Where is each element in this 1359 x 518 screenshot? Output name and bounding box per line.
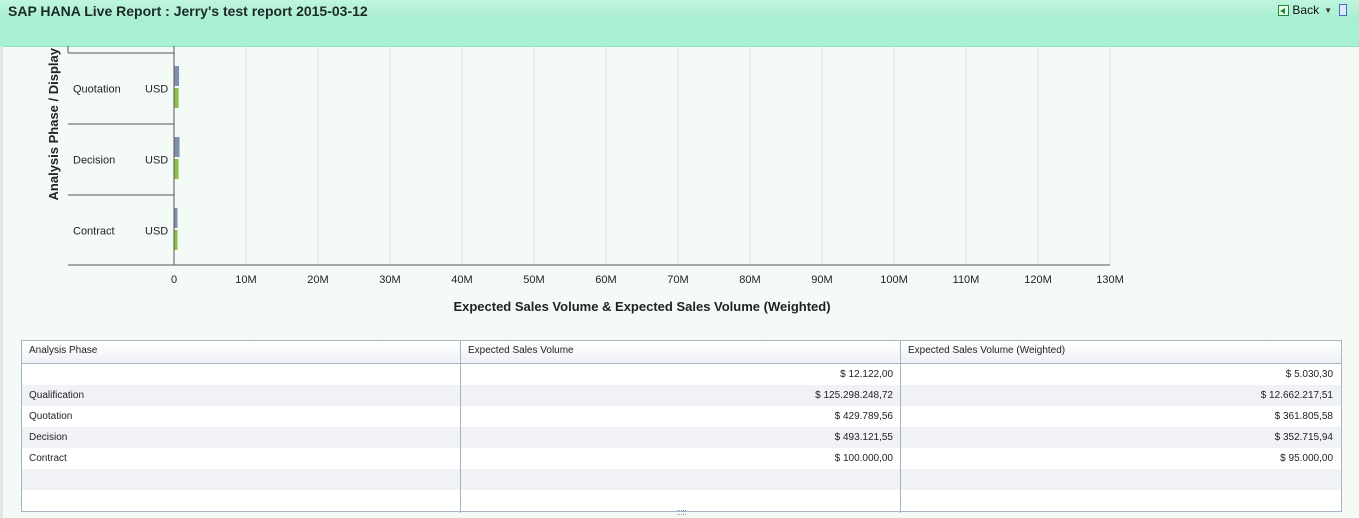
cell-volume: $ 429.789,56 [834,411,893,422]
cell-phase: Quotation [29,411,73,422]
table-row[interactable]: Qualification $ 125.298.248,72 $ 12.662.… [22,385,1341,406]
cell-weighted: $ 361.805,58 [1274,411,1333,422]
cell-phase: Qualification [29,390,85,401]
table-row[interactable]: $ 12.122,00 $ 5.030,30 [22,364,1341,385]
x-tick-label: 90M [811,274,832,286]
x-tick-label: 80M [739,274,760,286]
x-tick-label: 120M [1024,274,1052,286]
resize-handle[interactable] [677,510,686,515]
cell-volume: $ 12.122,00 [840,369,893,380]
table-row-empty [22,490,1341,511]
x-axis-title: Expected Sales Volume & Expected Sales V… [453,299,830,314]
x-tick-label: 130M [1096,274,1124,286]
page-title: SAP HANA Live Report : Jerry's test repo… [8,3,368,19]
back-button[interactable]: Back ▼ [1278,2,1347,18]
cell-weighted: $ 95.000,00 [1280,453,1333,464]
back-button-label: Back [1292,3,1320,17]
window-icon[interactable] [1339,4,1347,16]
x-tick-label: 60M [595,274,616,286]
x-tick-label: 0 [171,274,177,286]
currency-label: USD [145,84,168,96]
currency-label: USD [145,155,168,167]
category-label: Contract [73,226,115,238]
sales-volume-chart: 0 10M 20M 30M 40M 50M 60M 70M 80M 90M 100M 110M 120M… [46,46,1124,314]
x-tick-label: 50M [523,274,544,286]
column-divider [460,364,461,513]
x-tick-label: 110M [953,274,980,286]
y-axis-title: Analysis Phase / Display [46,47,61,200]
x-tick-label: 20M [307,274,328,286]
currency-label: USD [145,226,168,238]
x-tick-label: 10M [235,274,256,286]
column-divider [900,364,901,513]
cell-phase: Decision [29,432,68,443]
cell-phase [22,364,461,385]
x-tick-label: 40M [451,274,472,286]
cell-volume: $ 125.298.248,72 [815,390,893,401]
table-row[interactable]: Contract $ 100.000,00 $ 95.000,00 [22,448,1341,469]
x-tick-label: 100M [880,274,908,286]
column-header-expected-sales-volume-weighted[interactable]: Expected Sales Volume (Weighted) [901,341,1341,363]
bar [174,137,180,157]
bar [174,66,180,86]
cell-weighted: $ 352.715,94 [1274,432,1333,443]
chevron-down-icon[interactable]: ▼ [1324,6,1332,15]
table-row-empty [22,469,1341,490]
table-row[interactable]: Quotation $ 429.789,56 $ 361.805,58 [22,406,1341,427]
category-label: Decision [73,155,115,167]
cell-weighted: $ 5.030,30 [1285,369,1333,380]
table-body: $ 12.122,00 $ 5.030,30 Qualification $ 1… [22,364,1341,513]
cell-phase: Contract [29,453,67,464]
sales-table: Analysis Phase Expected Sales Volume Exp… [21,340,1342,513]
cell-volume: $ 100.000,00 [834,453,893,464]
x-tick-label: 30M [379,274,400,286]
bar [174,208,178,228]
cell-volume: $ 493.121,55 [834,432,893,443]
bar [174,159,179,179]
column-header-expected-sales-volume[interactable]: Expected Sales Volume [461,341,901,363]
table-header: Analysis Phase Expected Sales Volume Exp… [22,341,1341,364]
x-tick-label: 70M [667,274,688,286]
category-label: Quotation [73,84,121,96]
cell-weighted: $ 12.662.217,51 [1260,390,1333,401]
report-header: SAP HANA Live Report : Jerry's test repo… [0,0,1359,47]
back-arrow-icon [1278,4,1290,16]
column-header-analysis-phase[interactable]: Analysis Phase [22,341,461,363]
bar [174,230,178,250]
bar [174,88,179,108]
table-row[interactable]: Decision $ 493.121,55 $ 352.715,94 [22,427,1341,448]
